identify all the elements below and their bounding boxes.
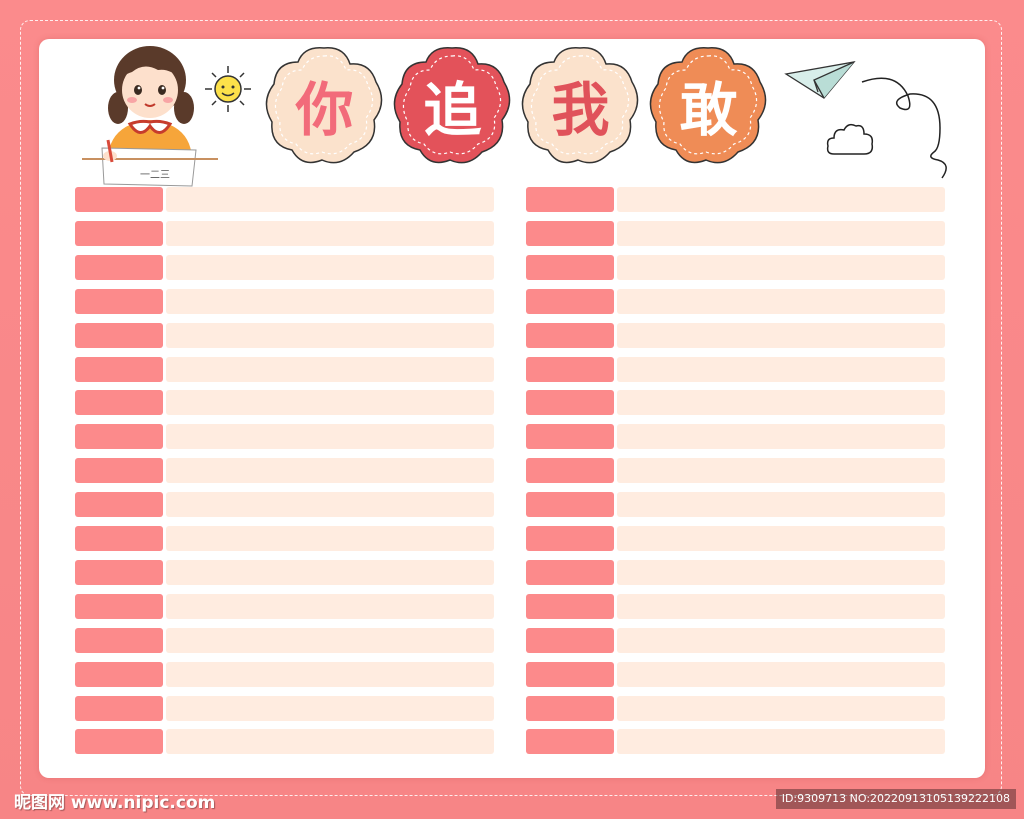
row-label-block [526,187,614,212]
row-field-block[interactable] [617,357,945,382]
row-field-block[interactable] [617,187,945,212]
row-field-block[interactable] [617,662,945,687]
row-label-block [75,289,163,314]
row-field-block[interactable] [617,594,945,619]
row-label-block [526,255,614,280]
paper-plane-icon [784,61,856,99]
row-field-block[interactable] [166,662,494,687]
row-field-block[interactable] [166,594,494,619]
title-char-1: 你 [295,75,354,144]
row-field-block[interactable] [166,323,494,348]
row-label-block [526,526,614,551]
row-field-block[interactable] [166,221,494,246]
title-banner: 你 追 我 敢 [262,42,772,167]
row-field-block[interactable] [166,289,494,314]
site-watermark: 昵图网 www.nipic.com [14,793,216,813]
row-field-block[interactable] [617,255,945,280]
row-label-block [75,526,163,551]
row-field-block[interactable] [617,696,945,721]
row-label-block [75,187,163,212]
row-field-block[interactable] [617,390,945,415]
row-label-block [526,323,614,348]
title-flower-1: 你 [262,42,387,167]
row-field-block[interactable] [166,696,494,721]
girl-illustration [82,46,218,187]
row-label-block [526,221,614,246]
row-field-block[interactable] [166,628,494,653]
row-field-block[interactable] [617,628,945,653]
row-field-block[interactable] [617,323,945,348]
row-label-block [526,458,614,483]
row-field-block[interactable] [166,424,494,449]
row-label-block [75,323,163,348]
row-label-block [526,628,614,653]
row-field-block[interactable] [166,255,494,280]
row-label-block [526,560,614,585]
row-label-block [75,424,163,449]
row-field-block[interactable] [617,526,945,551]
row-label-block [526,729,614,754]
cloud-icon [826,123,874,155]
row-label-block [526,594,614,619]
row-label-block [526,424,614,449]
sun-icon [205,66,251,112]
row-label-block [75,390,163,415]
row-field-block[interactable] [166,390,494,415]
row-label-block [75,560,163,585]
row-field-block[interactable] [617,458,945,483]
row-field-block[interactable] [617,424,945,449]
title-char-4: 敢 [679,75,738,144]
title-flower-4: 敢 [646,42,771,167]
row-label-block [75,357,163,382]
row-label-block [526,662,614,687]
row-label-block [75,255,163,280]
row-label-block [75,628,163,653]
row-label-block [526,357,614,382]
row-field-block[interactable] [617,560,945,585]
row-label-block [75,492,163,517]
row-label-block [75,458,163,483]
row-label-block [75,221,163,246]
row-label-block [526,492,614,517]
row-field-block[interactable] [166,458,494,483]
row-field-block[interactable] [617,492,945,517]
title-char-3: 我 [551,75,610,144]
title-char-2: 追 [423,75,482,144]
row-label-block [526,696,614,721]
row-label-block [75,729,163,754]
row-field-block[interactable] [617,289,945,314]
row-label-block [75,594,163,619]
row-label-block [526,390,614,415]
row-label-block [75,696,163,721]
row-field-block[interactable] [166,187,494,212]
row-field-block[interactable] [166,729,494,754]
id-watermark: ID:9309713 NO:20220913105139222108 [775,789,1016,809]
paper-text: 一二三 [140,170,170,181]
title-flower-3: 我 [518,42,643,167]
row-field-block[interactable] [166,526,494,551]
row-field-block[interactable] [166,357,494,382]
row-label-block [75,662,163,687]
row-label-block [526,289,614,314]
row-field-block[interactable] [166,560,494,585]
row-field-block[interactable] [617,729,945,754]
row-field-block[interactable] [617,221,945,246]
row-field-block[interactable] [166,492,494,517]
title-flower-2: 追 [390,42,515,167]
